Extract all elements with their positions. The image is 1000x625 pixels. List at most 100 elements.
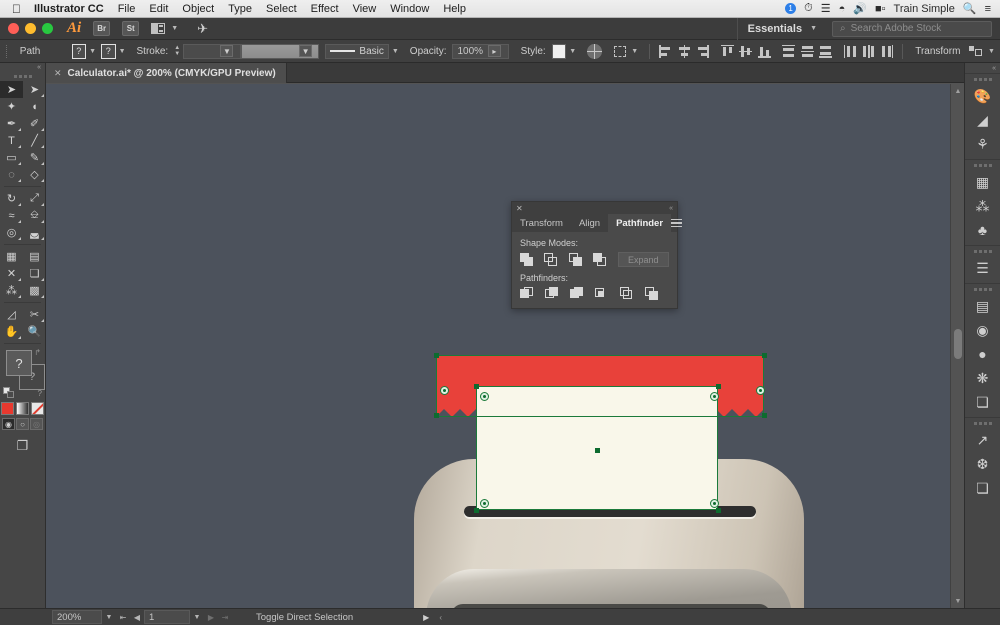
align-center-horizontal-icon[interactable]	[678, 44, 691, 58]
shaper-tool[interactable]: ◌	[0, 166, 23, 183]
color-panel-icon[interactable]: 🎨	[965, 84, 1000, 108]
appearance-panel-icon[interactable]: ●	[965, 342, 1000, 366]
anchor-point[interactable]	[762, 353, 767, 358]
collapse-panel-icon[interactable]: «	[992, 65, 996, 72]
menu-window[interactable]: Window	[383, 3, 436, 15]
first-artboard-icon[interactable]: ⇤	[116, 613, 130, 622]
anchor-point[interactable]	[716, 384, 721, 389]
bezier-handle[interactable]	[710, 392, 719, 401]
intersect-icon[interactable]	[568, 252, 582, 267]
change-screen-mode-icon[interactable]: ❐	[17, 438, 29, 454]
selection-tool[interactable]: ➤	[0, 81, 23, 98]
close-icon[interactable]: ✕	[54, 68, 62, 79]
collapse-panel-icon[interactable]: «	[669, 205, 673, 212]
stroke-color-swatch[interactable]: ?	[101, 43, 116, 59]
arrange-documents-button[interactable]: ▼	[151, 23, 183, 34]
anchor-point[interactable]	[474, 508, 479, 513]
bezier-handle[interactable]	[440, 386, 449, 395]
distribute-left-icon[interactable]	[843, 44, 857, 58]
curvature-tool[interactable]: ✐	[23, 115, 46, 132]
wifi-icon[interactable]: ◓	[839, 3, 846, 15]
menu-edit[interactable]: Edit	[142, 3, 175, 15]
document-tab[interactable]: ✕ Calculator.ai* @ 200% (CMYK/GPU Previe…	[46, 63, 287, 83]
last-artboard-icon[interactable]: ⇥	[218, 613, 232, 622]
scroll-down-icon[interactable]: ▼	[951, 594, 965, 608]
resize-grip-icon[interactable]: ‹	[439, 613, 442, 622]
color-guide-panel-icon[interactable]: ◢	[965, 108, 1000, 132]
search-icon[interactable]: 🔍	[963, 2, 977, 15]
menubar-badge[interactable]: 1	[785, 3, 797, 14]
chevron-down-icon[interactable]: ▼	[119, 48, 126, 55]
width-tool[interactable]: ≈	[0, 207, 23, 224]
chevron-down-icon[interactable]: ▼	[89, 48, 96, 55]
artboard-canvas[interactable]: 2830	[46, 84, 964, 608]
zoom-dropdown-icon[interactable]: ▼	[102, 614, 116, 621]
close-icon[interactable]: ✕	[516, 204, 523, 213]
chevron-down-icon[interactable]: ▼	[988, 48, 995, 55]
shape-builder-tool[interactable]: ◎	[0, 224, 23, 241]
fill-color-swatch[interactable]: ?	[71, 43, 87, 59]
zoom-tool[interactable]: 🔍	[23, 323, 46, 340]
expand-button[interactable]: Expand	[617, 252, 669, 267]
bridge-button[interactable]: Br	[93, 21, 111, 36]
symbols-panel-icon[interactable]: ⁂	[965, 194, 1000, 218]
status-menu-icon[interactable]: ▶	[423, 613, 429, 622]
artboard-dropdown-icon[interactable]: ▼	[190, 614, 204, 621]
lasso-tool[interactable]: ◖	[23, 98, 46, 115]
menu-object[interactable]: Object	[175, 3, 221, 15]
graphic-style-swatch[interactable]	[551, 43, 567, 59]
stroke-weight-field[interactable]: ▼	[183, 43, 242, 59]
pathfinder-panel-icon[interactable]: ❏	[965, 390, 1000, 414]
rectangle-tool[interactable]: ▭	[0, 149, 23, 166]
type-tool[interactable]: T	[0, 132, 23, 149]
swatch-libraries-icon[interactable]: ⚘	[965, 132, 1000, 156]
select-similar-objects-icon[interactable]	[969, 45, 983, 58]
tab-pathfinder[interactable]: Pathfinder	[608, 214, 672, 232]
eyedropper-tool[interactable]: ✕	[0, 265, 23, 282]
brush-definition-dropdown[interactable]: Basic	[324, 43, 389, 59]
anchor-point[interactable]	[762, 413, 767, 418]
menu-view[interactable]: View	[346, 3, 384, 15]
graphic-styles-panel-icon[interactable]: ♣	[965, 218, 1000, 242]
symbol-sprayer-tool[interactable]: ⁂	[0, 282, 23, 299]
menu-type[interactable]: Type	[221, 3, 259, 15]
stock-button[interactable]: St	[122, 21, 140, 36]
minus-front-icon[interactable]	[544, 252, 558, 267]
share-icon[interactable]: ✈	[197, 21, 208, 37]
free-transform-tool[interactable]: ⎒	[23, 207, 46, 224]
stroke-profile-dropdown[interactable]: ▼	[241, 43, 320, 59]
artboard-number-field[interactable]: 1	[144, 610, 190, 624]
transparency-panel-icon[interactable]: ◉	[965, 318, 1000, 342]
bezier-handle[interactable]	[710, 499, 719, 508]
scroll-up-icon[interactable]: ▲	[951, 84, 965, 98]
crop-icon[interactable]	[595, 287, 609, 301]
hand-tool[interactable]: ✋	[0, 323, 23, 340]
anchor-point[interactable]	[716, 508, 721, 513]
canvas-vertical-scrollbar[interactable]: ▲ ▼	[950, 84, 964, 608]
menu-effect[interactable]: Effect	[304, 3, 346, 15]
fill-swatch[interactable]: ?	[6, 350, 32, 376]
workspace-switcher[interactable]: Essentials ▼	[736, 17, 832, 40]
draw-inside-icon[interactable]: ◎	[30, 418, 43, 430]
pen-tool[interactable]: ✒	[0, 115, 23, 132]
draw-behind-icon[interactable]: ○	[16, 418, 29, 430]
tools-panel-grip[interactable]	[0, 71, 45, 81]
transform-panel-link[interactable]: Transform	[909, 46, 966, 57]
links-panel-icon[interactable]: ❏	[965, 476, 1000, 500]
clock-icon[interactable]: ⏱	[804, 2, 813, 15]
stroke-weight-stepper[interactable]: ▲ ▼	[174, 45, 180, 57]
layers-panel-icon[interactable]: ❆	[965, 452, 1000, 476]
anchor-point[interactable]	[474, 384, 479, 389]
tab-transform[interactable]: Transform	[512, 214, 571, 232]
scrollbar-thumb[interactable]	[954, 329, 962, 359]
rotate-tool[interactable]: ↻	[0, 190, 23, 207]
none-swatch[interactable]: ?	[38, 389, 42, 398]
column-graph-tool[interactable]: ▩	[23, 282, 46, 299]
bezier-handle[interactable]	[480, 499, 489, 508]
collapse-panel-icon[interactable]: «	[37, 64, 41, 71]
previous-artboard-icon[interactable]: ◀	[130, 613, 144, 622]
control-bar-grip[interactable]	[4, 44, 10, 58]
volume-icon[interactable]: 🔊	[853, 2, 867, 15]
trim-icon[interactable]	[545, 287, 559, 301]
pathfinder-panel-titlebar[interactable]: ✕ «	[512, 202, 677, 214]
